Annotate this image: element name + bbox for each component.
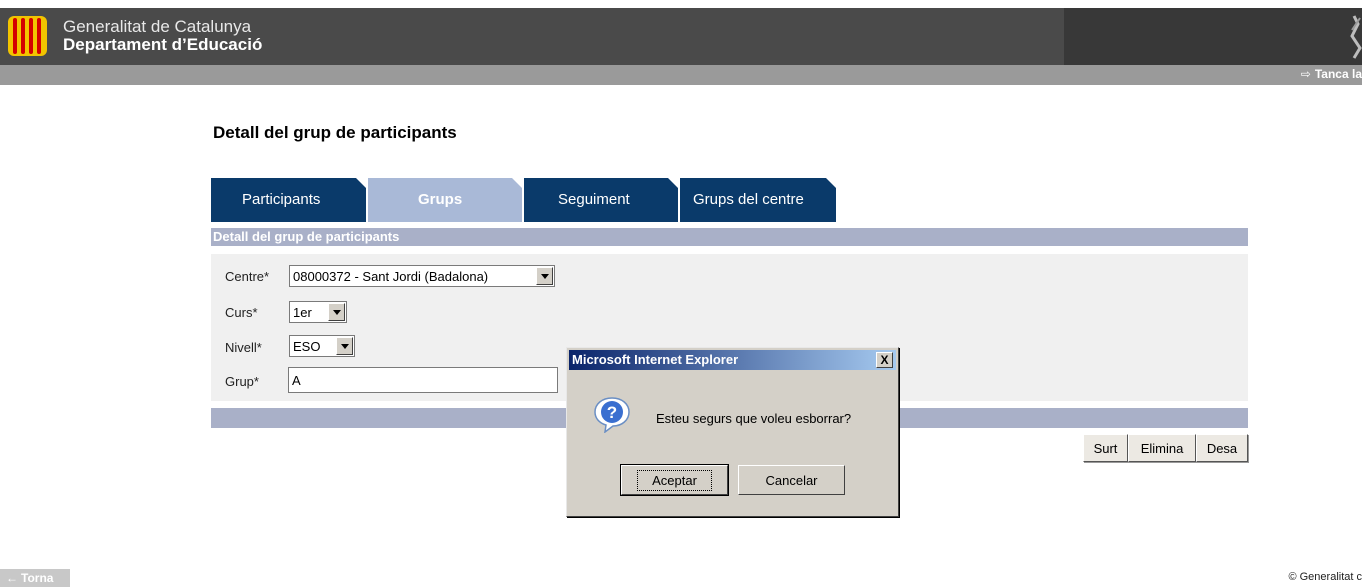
nivell-select[interactable]: ESO: [289, 335, 355, 357]
tab-corner: [826, 178, 836, 188]
cancel-button[interactable]: Cancelar: [738, 465, 845, 495]
grup-label: Grup*: [225, 374, 259, 389]
chevron-down-icon[interactable]: [336, 337, 353, 355]
org-name-line2: Departament d’Educació: [63, 35, 263, 54]
tab-participants[interactable]: Participants: [211, 178, 366, 222]
ok-button[interactable]: Aceptar: [620, 464, 729, 496]
centre-label: Centre*: [225, 269, 270, 284]
grup-input[interactable]: [288, 367, 558, 393]
tab-seguiment[interactable]: Seguiment: [524, 178, 678, 222]
chevron-down-icon[interactable]: [328, 303, 345, 321]
header-subbar: ⇨ Tanca la: [0, 65, 1362, 85]
dialog-titlebar[interactable]: Microsoft Internet Explorer X: [569, 350, 896, 370]
tab-corner: [512, 178, 522, 188]
confirm-dialog: Microsoft Internet Explorer X ? Esteu se…: [566, 347, 899, 517]
tab-label: Seguiment: [558, 191, 630, 208]
page-title: Detall del grup de participants: [213, 123, 457, 142]
svg-text:?: ?: [607, 403, 617, 422]
ok-button-label: Aceptar: [637, 469, 712, 491]
tab-grups[interactable]: Grups: [368, 178, 522, 222]
nivell-select-value: ESO: [293, 339, 321, 354]
tab-label: Grups: [418, 191, 463, 208]
tab-corner: [668, 178, 678, 188]
desa-button[interactable]: Desa: [1196, 434, 1248, 462]
surt-button[interactable]: Surt: [1083, 434, 1128, 462]
tab-grups-del-centre[interactable]: Grups del centre: [680, 178, 836, 222]
centre-select[interactable]: 08000372 - Sant Jordi (Badalona): [289, 265, 555, 287]
question-icon: ?: [594, 397, 630, 433]
tab-label: Grups del centre: [693, 191, 804, 208]
tab-label: Participants: [242, 191, 321, 208]
dialog-title: Microsoft Internet Explorer: [572, 352, 739, 367]
panel-header: Detall del grup de participants: [211, 228, 1248, 246]
dialog-message: Esteu segurs que voleu esborrar?: [656, 411, 852, 426]
footer-copyright: © Generalitat c: [1288, 571, 1362, 583]
nivell-label: Nivell*: [225, 340, 262, 355]
arrow-left-icon: ←: [6, 571, 18, 585]
close-icon[interactable]: X: [876, 352, 893, 368]
back-label: Torna: [21, 571, 54, 585]
centre-select-value: 08000372 - Sant Jordi (Badalona): [293, 269, 489, 284]
header-right-block: [1064, 8, 1362, 65]
elimina-button[interactable]: Elimina: [1128, 434, 1196, 462]
catalonia-flag-icon: [8, 16, 47, 56]
logout-link[interactable]: ⇨ Tanca la: [1301, 67, 1362, 81]
emblem-icon: [1350, 15, 1362, 59]
curs-select-value: 1er: [293, 305, 312, 320]
app-header: Generalitat de Catalunya Departament d’E…: [0, 8, 1362, 65]
tab-corner: [356, 178, 366, 188]
org-name-line1: Generalitat de Catalunya: [63, 17, 252, 36]
curs-label: Curs*: [225, 305, 258, 320]
chevron-down-icon[interactable]: [536, 267, 553, 285]
back-button[interactable]: ← Torna: [0, 569, 70, 587]
logout-label: Tanca la: [1314, 67, 1362, 81]
logout-arrow-icon: ⇨: [1300, 67, 1311, 81]
curs-select[interactable]: 1er: [289, 301, 347, 323]
